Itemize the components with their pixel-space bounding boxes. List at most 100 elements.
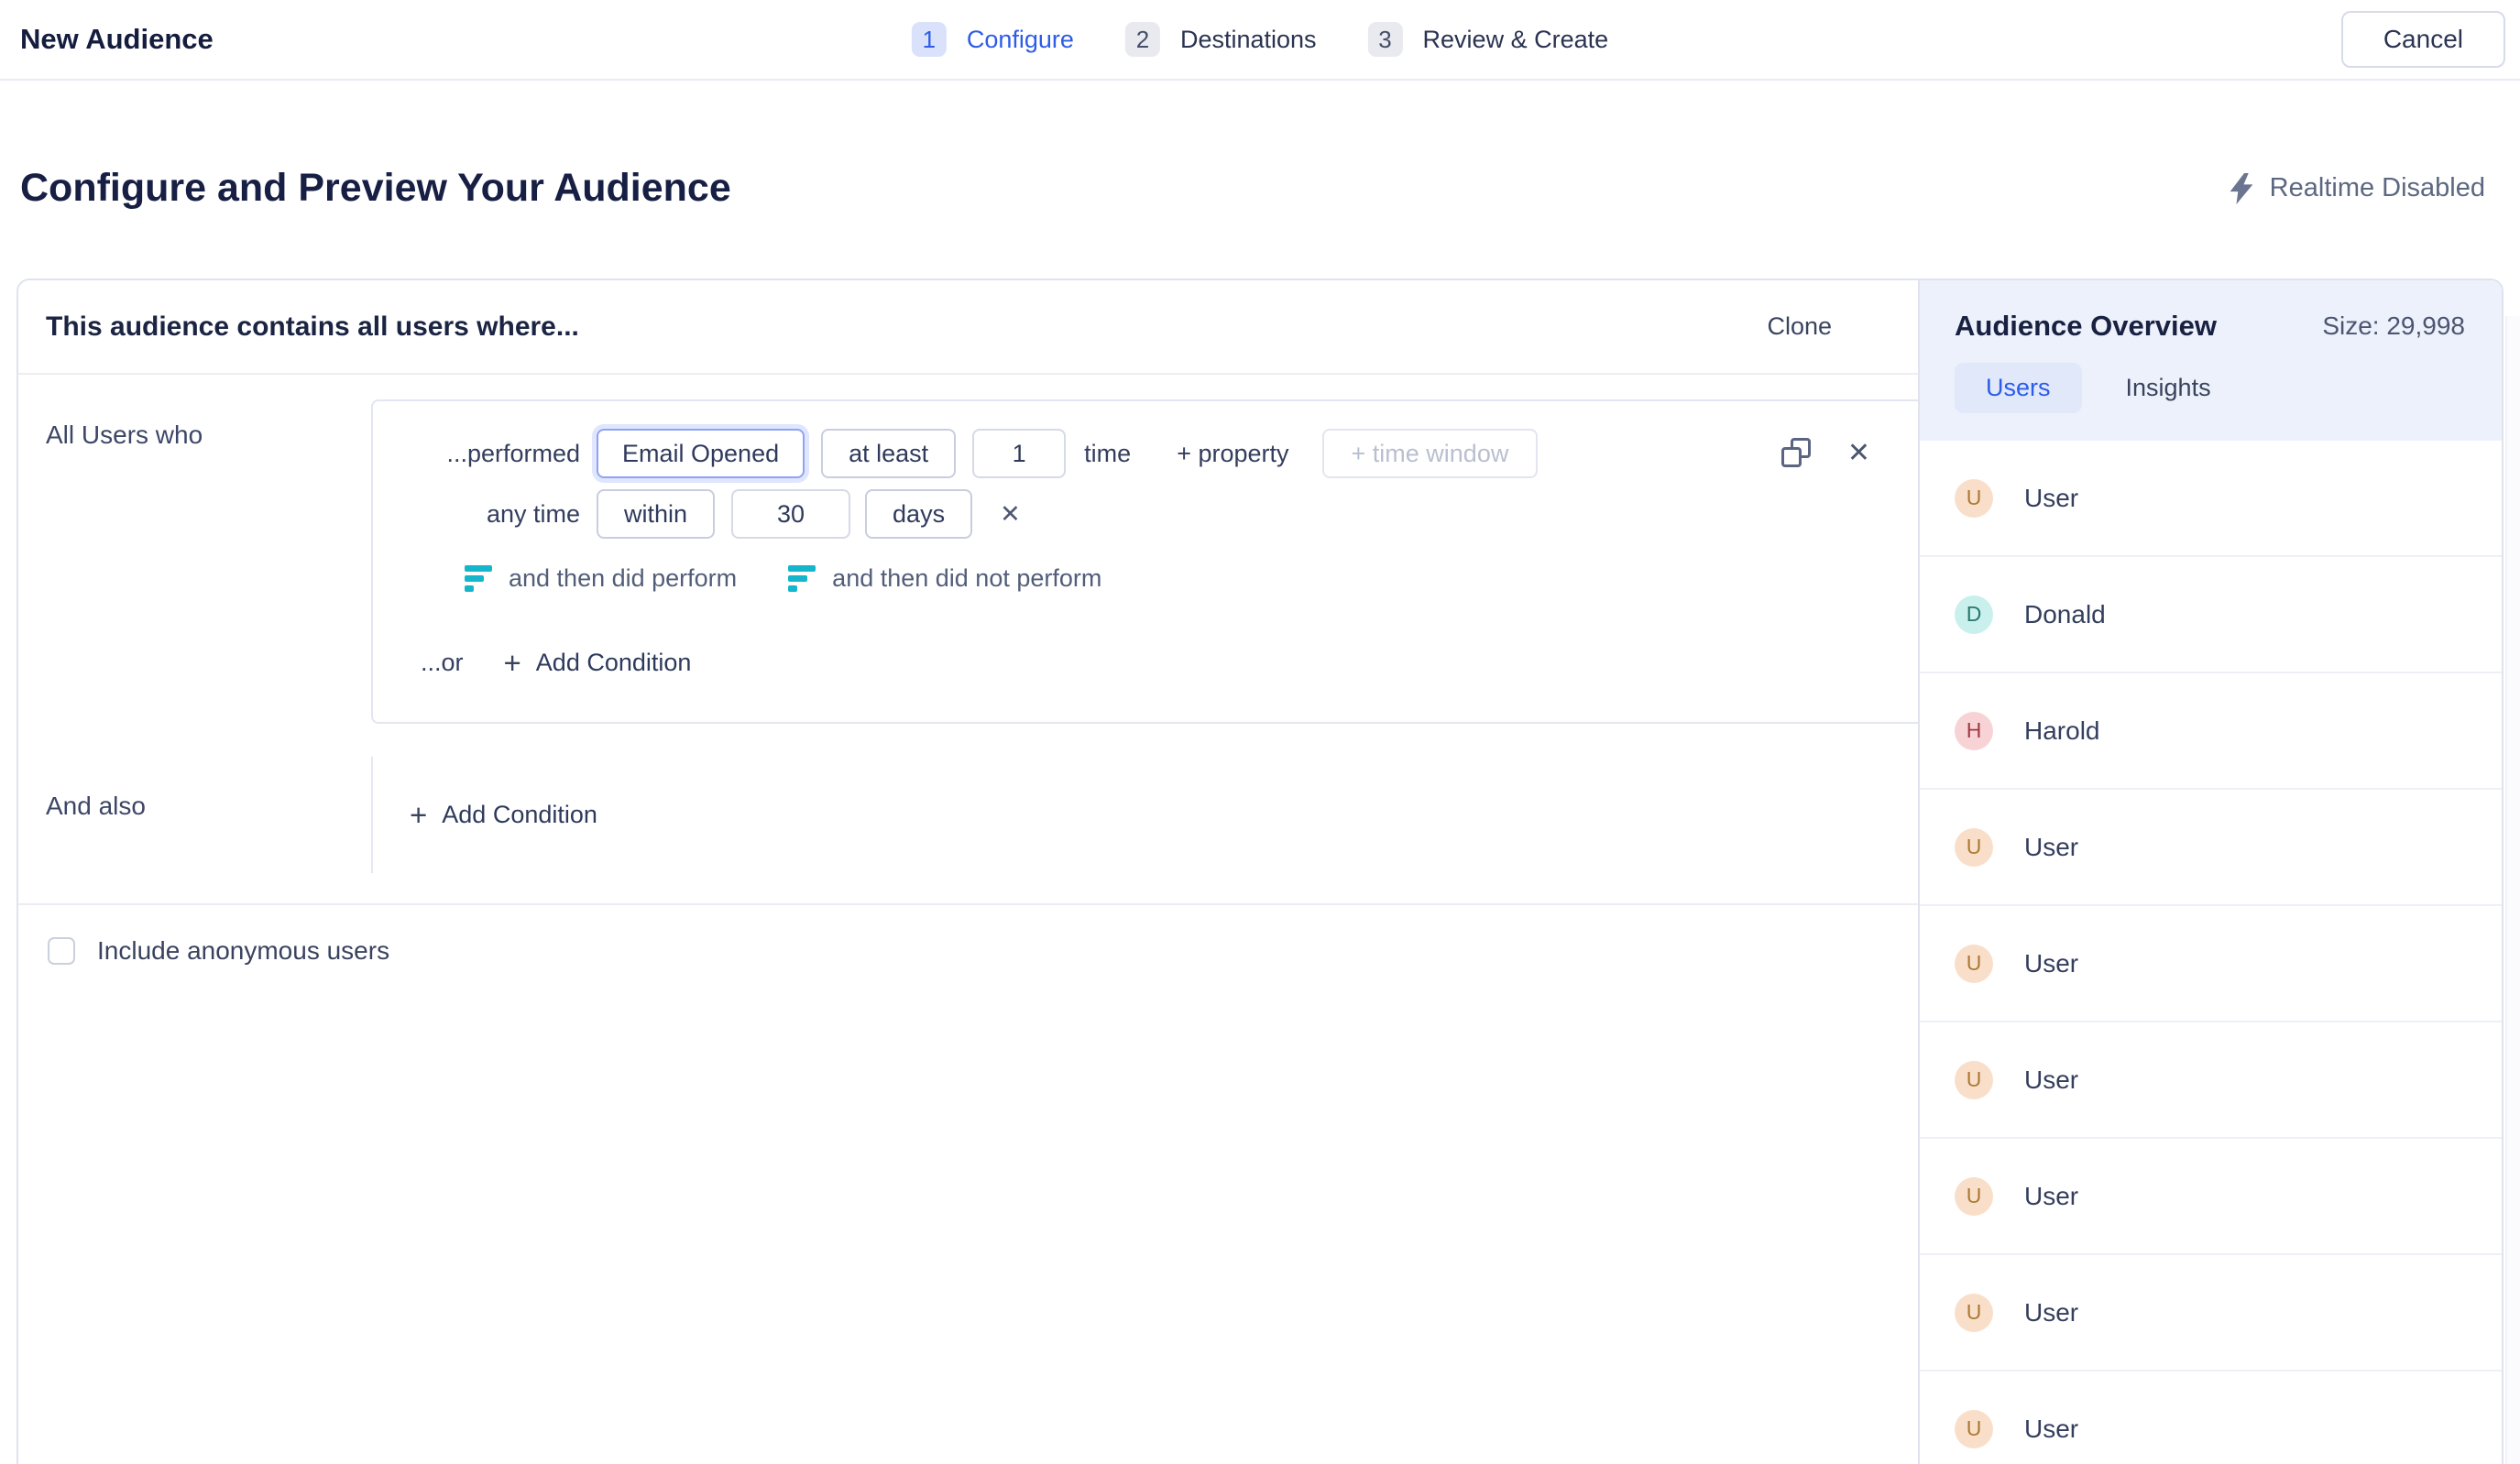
step-label: Destinations bbox=[1180, 26, 1317, 54]
user-name: User bbox=[2024, 1182, 2078, 1211]
operator-select[interactable]: at least bbox=[821, 429, 956, 478]
user-avatar: H bbox=[1955, 712, 1993, 750]
user-list-item[interactable]: U User bbox=[1920, 1022, 2502, 1139]
include-anonymous-checkbox[interactable] bbox=[48, 937, 75, 965]
step-number-badge: 2 bbox=[1125, 22, 1160, 57]
user-preview-list: U User D Donald H Harold U User U User U… bbox=[1920, 441, 2502, 1464]
then-did-not-perform-button[interactable]: and then did not perform bbox=[832, 564, 1101, 593]
user-name: User bbox=[2024, 1415, 2078, 1444]
user-avatar: U bbox=[1955, 945, 1993, 983]
condition-section-and-also: And also + Add Condition bbox=[18, 757, 1918, 873]
overview-header: Audience Overview Size: 29,998 Users Ins… bbox=[1920, 280, 2502, 441]
add-time-window-button[interactable]: + time window bbox=[1322, 429, 1539, 478]
size-value: 29,998 bbox=[2386, 311, 2465, 340]
add-condition-button[interactable]: + Add Condition bbox=[410, 800, 597, 830]
user-avatar: D bbox=[1955, 595, 1993, 634]
user-avatar: U bbox=[1955, 1177, 1993, 1216]
top-bar: New Audience 1 Configure 2 Destinations … bbox=[0, 0, 2520, 81]
user-name: Harold bbox=[2024, 716, 2099, 746]
within-select[interactable]: within bbox=[597, 489, 715, 539]
or-row: ...or + Add Condition bbox=[421, 648, 1870, 678]
section-label: All Users who bbox=[18, 375, 371, 450]
user-list-item[interactable]: U User bbox=[1920, 1139, 2502, 1255]
step-number-badge: 1 bbox=[912, 22, 947, 57]
step-destinations[interactable]: 2 Destinations bbox=[1125, 22, 1317, 57]
then-did-perform-button[interactable]: and then did perform bbox=[509, 564, 737, 593]
user-list-item[interactable]: U User bbox=[1920, 906, 2502, 1022]
audience-builder-card: This audience contains all users where..… bbox=[16, 279, 2504, 1464]
plus-icon: + bbox=[504, 648, 521, 678]
empty-condition-group: + Add Condition bbox=[371, 757, 1918, 873]
or-label: ...or bbox=[421, 649, 464, 677]
overview-title: Audience Overview bbox=[1955, 310, 2217, 343]
size-label: Size: bbox=[2322, 311, 2379, 340]
user-name: User bbox=[2024, 949, 2078, 978]
builder-pane: This audience contains all users where..… bbox=[18, 280, 1918, 1464]
cancel-button[interactable]: Cancel bbox=[2341, 11, 2505, 68]
user-name: Donald bbox=[2024, 600, 2106, 629]
add-condition-button[interactable]: + Add Condition bbox=[504, 648, 692, 678]
clone-button[interactable]: Clone bbox=[1767, 312, 1832, 341]
page-scrollbar[interactable] bbox=[2505, 316, 2520, 1464]
add-condition-label: Add Condition bbox=[536, 649, 692, 677]
condition-group: ...performed Email Opened at least time … bbox=[371, 399, 1918, 724]
wizard-stepper: 1 Configure 2 Destinations 3 Review & Cr… bbox=[912, 22, 1608, 57]
time-window-row: any time within days ✕ bbox=[444, 489, 1870, 539]
user-avatar: U bbox=[1955, 828, 1993, 867]
funnel-icon bbox=[465, 565, 494, 592]
event-select[interactable]: Email Opened bbox=[597, 429, 805, 478]
condition-section-all-users: All Users who ...performed Email Opened … bbox=[18, 375, 1918, 724]
user-avatar: U bbox=[1955, 479, 1993, 518]
builder-title: This audience contains all users where..… bbox=[46, 311, 579, 343]
lightning-bolt-icon bbox=[2230, 173, 2253, 204]
user-name: User bbox=[2024, 484, 2078, 513]
anytime-label: any time bbox=[444, 500, 580, 529]
section-label: And also bbox=[18, 757, 371, 821]
event-condition-row: ...performed Email Opened at least time … bbox=[444, 429, 1870, 478]
step-number-badge: 3 bbox=[1368, 22, 1403, 57]
page-title: Configure and Preview Your Audience bbox=[20, 166, 731, 211]
count-input[interactable] bbox=[972, 429, 1066, 478]
remove-condition-icon[interactable]: ✕ bbox=[1847, 440, 1870, 467]
user-list-item[interactable]: D Donald bbox=[1920, 557, 2502, 673]
duplicate-condition-icon[interactable] bbox=[1781, 438, 1813, 469]
window-unit-select[interactable]: days bbox=[865, 489, 972, 539]
realtime-status-label: Realtime Disabled bbox=[2270, 173, 2485, 203]
sequential-condition-row: and then did perform and then did not pe… bbox=[465, 564, 1870, 593]
copy-icon-front bbox=[1781, 447, 1802, 467]
performed-label: ...performed bbox=[444, 440, 580, 468]
audience-size: Size: 29,998 bbox=[2322, 311, 2465, 341]
step-label: Review & Create bbox=[1423, 26, 1609, 54]
step-label: Configure bbox=[967, 26, 1074, 54]
user-avatar: U bbox=[1955, 1410, 1993, 1448]
user-avatar: U bbox=[1955, 1061, 1993, 1099]
anonymous-users-row: Include anonymous users bbox=[18, 905, 1918, 966]
user-name: User bbox=[2024, 1298, 2078, 1327]
audience-overview-panel: Audience Overview Size: 29,998 Users Ins… bbox=[1918, 280, 2502, 1464]
window-count-input[interactable] bbox=[731, 489, 850, 539]
user-name: User bbox=[2024, 833, 2078, 862]
include-anonymous-label: Include anonymous users bbox=[97, 936, 389, 966]
user-list-item[interactable]: U User bbox=[1920, 1255, 2502, 1371]
plus-icon: + bbox=[410, 800, 427, 830]
page-heading-row: Configure and Preview Your Audience Real… bbox=[20, 166, 2485, 211]
add-property-button[interactable]: + property bbox=[1177, 440, 1288, 468]
step-review-create[interactable]: 3 Review & Create bbox=[1368, 22, 1609, 57]
overview-tabs: Users Insights bbox=[1955, 363, 2465, 413]
user-avatar: U bbox=[1955, 1294, 1993, 1332]
realtime-status: Realtime Disabled bbox=[2230, 173, 2485, 204]
step-configure[interactable]: 1 Configure bbox=[912, 22, 1074, 57]
tab-insights[interactable]: Insights bbox=[2126, 374, 2211, 402]
time-label: time bbox=[1084, 440, 1131, 468]
user-list-item[interactable]: U User bbox=[1920, 790, 2502, 906]
user-name: User bbox=[2024, 1065, 2078, 1095]
tab-users[interactable]: Users bbox=[1955, 363, 2082, 413]
builder-header: This audience contains all users where..… bbox=[18, 280, 1918, 375]
funnel-icon bbox=[788, 565, 817, 592]
add-condition-label: Add Condition bbox=[442, 801, 597, 829]
remove-time-window-icon[interactable]: ✕ bbox=[1000, 502, 1021, 527]
user-list-item[interactable]: H Harold bbox=[1920, 673, 2502, 790]
user-list-item[interactable]: U User bbox=[1920, 441, 2502, 557]
window-title: New Audience bbox=[20, 23, 214, 56]
user-list-item[interactable]: U User bbox=[1920, 1371, 2502, 1464]
